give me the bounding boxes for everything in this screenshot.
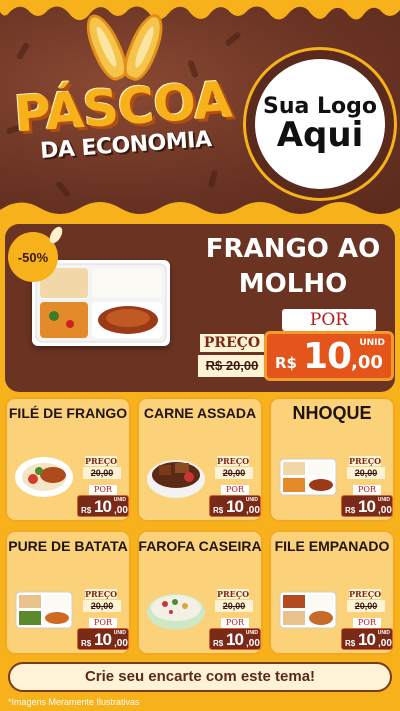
old-price: 20,00 — [215, 600, 253, 612]
por-label: POR — [89, 618, 117, 628]
price-decimal: ,00 — [114, 638, 128, 649]
sprinkle-decoration — [224, 30, 242, 48]
product-plate-image — [15, 457, 73, 497]
old-price: 20,00 — [83, 467, 121, 479]
logo-text-line2: Aqui — [276, 114, 364, 155]
price-integer: 10 — [358, 630, 376, 649]
price-label: PREÇO — [85, 456, 118, 466]
product-name: FILÉ DE FRANGO — [8, 405, 128, 421]
product-plate-image — [279, 591, 337, 629]
new-price: R$ 10,00 UNID — [77, 495, 129, 517]
unit-label: UNID — [359, 338, 385, 348]
featured-new-price: R$ 10 ,00 UNID — [264, 331, 394, 381]
unit-label: UNID — [113, 497, 126, 503]
price-integer: 10 — [226, 497, 244, 516]
product-card[interactable]: FILE EMPANADO PREÇO 20,00 POR R$ 10,00 UNID — [269, 530, 395, 655]
product-name: PURE DE BATATA — [8, 538, 128, 554]
price-integer: 10 — [358, 497, 376, 516]
discount-badge: -50% — [8, 232, 58, 282]
currency-symbol: R$ — [213, 506, 224, 515]
price-label: PREÇO — [217, 589, 250, 599]
product-card[interactable]: PURE DE BATATA PREÇO 20,00 POR R$ 10,00 UNID — [5, 530, 131, 655]
unit-label: UNID — [113, 630, 126, 636]
featured-price-label: PREÇO — [200, 334, 264, 352]
por-label: POR — [221, 485, 249, 495]
por-label: POR — [221, 618, 249, 628]
price-integer: 10 — [94, 630, 112, 649]
currency-symbol: R$ — [81, 506, 92, 515]
logo-placeholder[interactable]: Sua Logo Aqui — [246, 50, 394, 198]
price-integer: 10 — [94, 497, 112, 516]
unit-label: UNID — [245, 497, 258, 503]
price-decimal: ,00 — [246, 638, 260, 649]
currency-symbol: R$ — [345, 639, 356, 648]
price-decimal: ,00 — [351, 352, 383, 373]
price-integer: 10 — [226, 630, 244, 649]
caramel-wave-divider — [0, 202, 400, 226]
product-name: FAROFA CASEIRA — [138, 538, 262, 554]
price-decimal: ,00 — [246, 505, 260, 516]
product-plate-image — [279, 458, 337, 496]
old-price: 20,00 — [347, 600, 385, 612]
currency-symbol: R$ — [345, 506, 356, 515]
price-integer: 10 — [303, 336, 352, 377]
product-plate-image — [147, 594, 205, 630]
sprinkle-decoration — [15, 41, 31, 61]
product-plate-image — [147, 460, 205, 498]
old-price: 20,00 — [83, 600, 121, 612]
featured-por-label: POR — [282, 309, 376, 331]
product-plate-image — [15, 591, 73, 629]
create-flyer-button[interactable]: Crie seu encarte com este tema! — [8, 662, 392, 692]
currency-symbol: R$ — [275, 354, 297, 372]
featured-meal-tray-image — [32, 260, 170, 346]
header-banner: PÁSCOA DA ECONOMIA Sua Logo Aqui — [0, 0, 400, 215]
new-price: R$ 10,00 UNID — [341, 495, 393, 517]
new-price: R$ 10,00 UNID — [209, 628, 261, 650]
old-price: 20,00 — [347, 467, 385, 479]
currency-symbol: R$ — [213, 639, 224, 648]
price-label: PREÇO — [349, 456, 382, 466]
featured-old-price: R$ 20,00 — [198, 355, 266, 377]
por-label: POR — [353, 618, 381, 628]
sprinkle-decoration — [207, 169, 219, 189]
price-decimal: ,00 — [114, 505, 128, 516]
new-price: R$ 10,00 UNID — [77, 628, 129, 650]
product-card[interactable]: CARNE ASSADA PREÇO 20,00 POR R$ 10,00 UNID — [137, 397, 263, 522]
product-name: NHOQUE — [292, 403, 372, 423]
price-label: PREÇO — [217, 456, 250, 466]
product-name: CARNE ASSADA — [143, 405, 257, 421]
product-card[interactable]: NHOQUE PREÇO 20,00 POR R$ 10,00 UNID — [269, 397, 395, 522]
product-name: FILE EMPANADO — [274, 538, 390, 554]
new-price: R$ 10,00 UNID — [209, 495, 261, 517]
old-price: 20,00 — [215, 467, 253, 479]
unit-label: UNID — [377, 497, 390, 503]
price-label: PREÇO — [349, 589, 382, 599]
unit-label: UNID — [377, 630, 390, 636]
disclaimer-text: *Imagens Meramente Ilustrativas — [8, 697, 140, 707]
product-card[interactable]: FILÉ DE FRANGO PREÇO 20,00 POR R$ 10,00 UNID — [5, 397, 131, 522]
caramel-drip-decoration — [0, 0, 400, 21]
featured-item-name: FRANGO AO MOLHO — [205, 234, 381, 300]
unit-label: UNID — [245, 630, 258, 636]
product-card[interactable]: FAROFA CASEIRA PREÇO 20,00 POR R$ 10,00 UNID — [137, 530, 263, 655]
price-label: PREÇO — [85, 589, 118, 599]
por-label: POR — [89, 485, 117, 495]
price-decimal: ,00 — [378, 505, 392, 516]
currency-symbol: R$ — [81, 639, 92, 648]
price-decimal: ,00 — [378, 638, 392, 649]
new-price: R$ 10,00 UNID — [341, 628, 393, 650]
por-label: POR — [353, 485, 381, 495]
